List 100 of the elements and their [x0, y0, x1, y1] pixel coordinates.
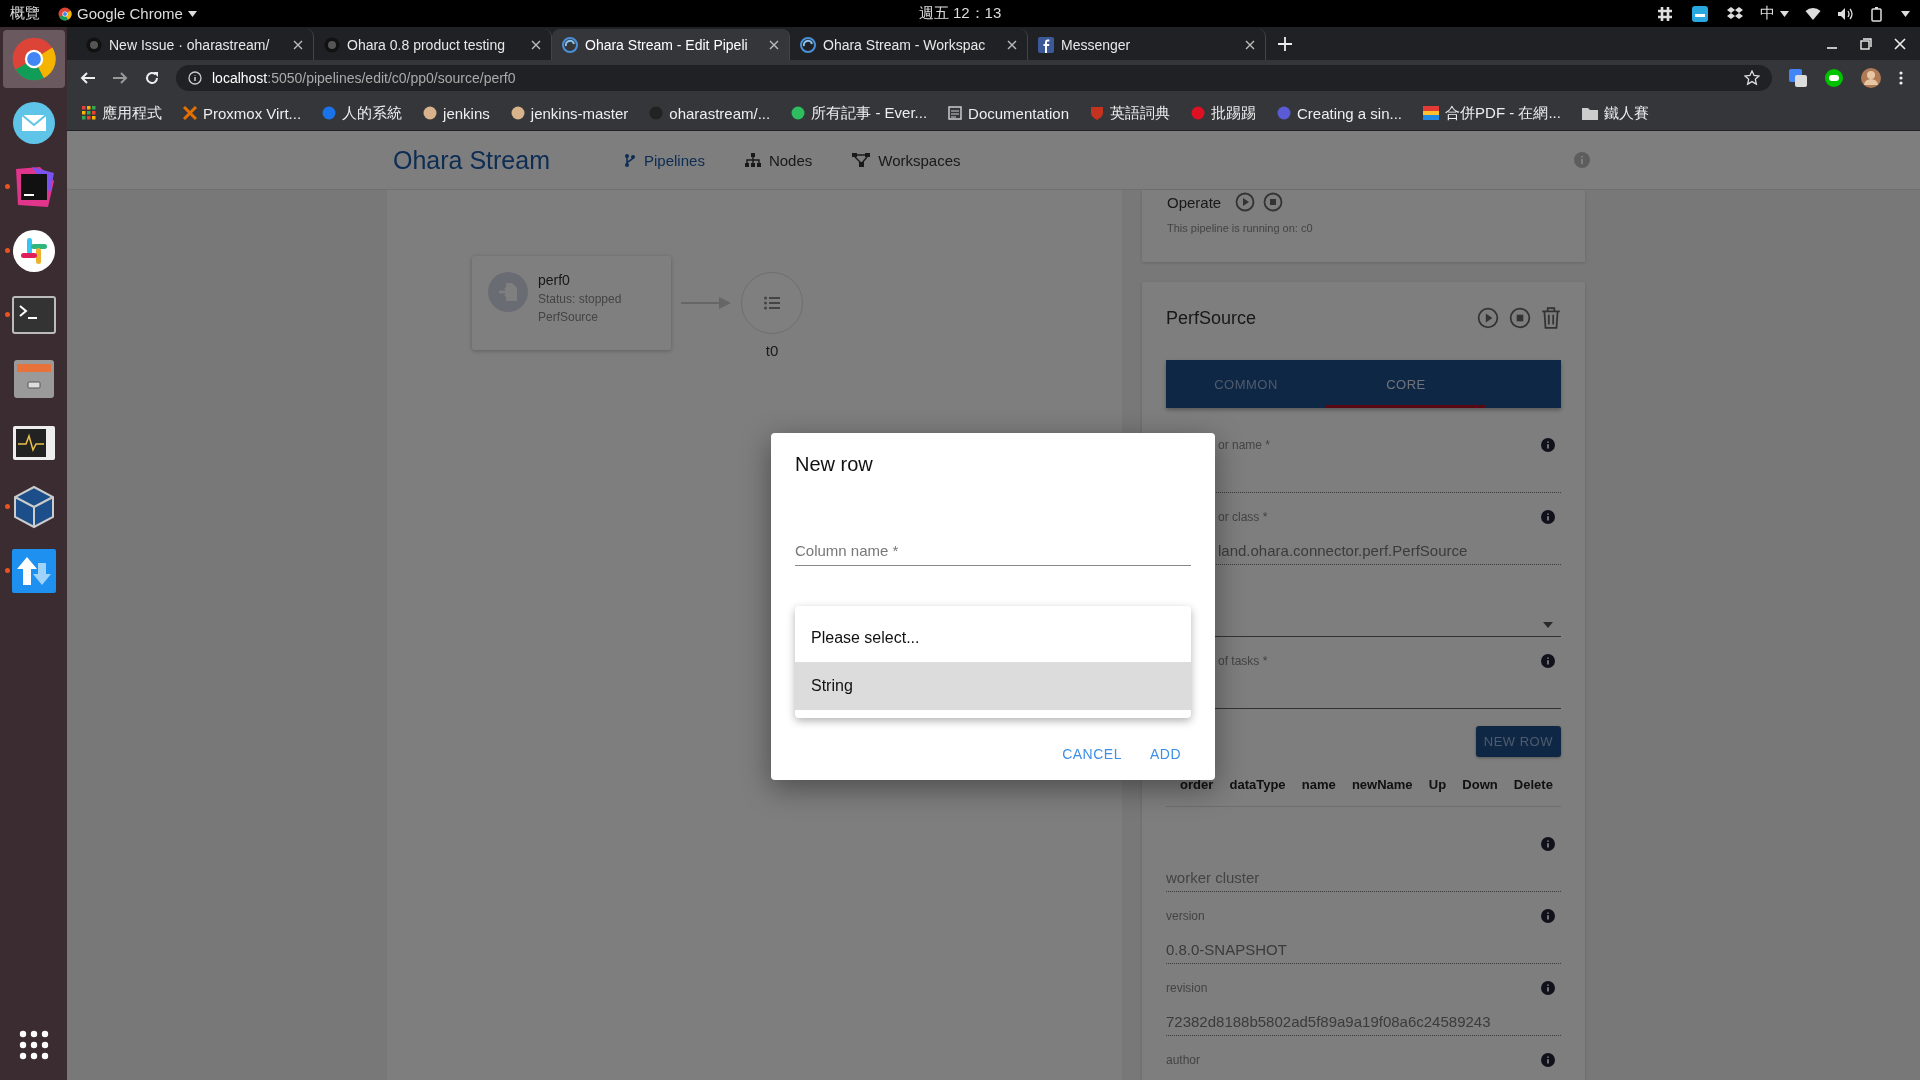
- info-icon[interactable]: [1541, 1053, 1555, 1067]
- slack-icon: [11, 229, 56, 273]
- site-icon: [510, 106, 525, 120]
- close-tab-icon[interactable]: [293, 39, 303, 50]
- hash-icon[interactable]: [1656, 4, 1674, 23]
- close-tab-icon[interactable]: [769, 39, 779, 50]
- field-value: 72382d8188b5802ad5f89a9a19f08a6c24589243: [1166, 1013, 1492, 1031]
- bookmark[interactable]: 英語詞典: [1090, 103, 1170, 123]
- info-icon[interactable]: [1541, 837, 1555, 851]
- restore-icon[interactable]: [1860, 38, 1872, 50]
- chat-bubble-icon[interactable]: [1824, 68, 1844, 88]
- bookmark[interactable]: jenkins: [423, 104, 490, 122]
- play-icon[interactable]: [1477, 307, 1499, 329]
- dock-item[interactable]: [2, 30, 65, 88]
- connector-type: PerfSource: [538, 310, 600, 324]
- connector-name: perf0: [538, 272, 571, 288]
- bookmark[interactable]: Creating a sin...: [1277, 104, 1403, 122]
- bookmark[interactable]: 合併PDF - 在網...: [1423, 103, 1561, 123]
- wifi-icon[interactable]: [1805, 6, 1821, 21]
- branch-icon: [624, 152, 636, 168]
- cross-icon: [183, 106, 197, 120]
- info-icon[interactable]: [188, 71, 202, 85]
- shield-icon: [1090, 106, 1104, 120]
- chrome-icon: [58, 6, 72, 21]
- translate-icon[interactable]: [1788, 68, 1808, 88]
- back-icon[interactable]: [80, 70, 96, 86]
- up-down-arrows-icon: [11, 549, 56, 593]
- folder-icon: [1581, 106, 1598, 120]
- new-tab-icon[interactable]: [1278, 37, 1292, 51]
- site-icon: [791, 106, 806, 120]
- bookmark[interactable]: Documentation: [948, 104, 1069, 122]
- bookmark[interactable]: Proxmox Virt...: [183, 104, 302, 122]
- avatar-icon[interactable]: [1860, 67, 1882, 89]
- trash-icon[interactable]: [1541, 307, 1561, 329]
- column-header: newName: [1351, 777, 1413, 792]
- swirl-icon: [562, 36, 578, 53]
- grid-icon: [82, 106, 96, 120]
- striped-square-icon: [1423, 106, 1440, 120]
- field-label: version: [1166, 909, 1205, 923]
- bookmark[interactable]: 所有記事 - Ever...: [791, 103, 928, 123]
- close-tab-icon[interactable]: [531, 39, 541, 50]
- operate-title: Operate: [1167, 193, 1222, 211]
- chrome-icon: [10, 36, 57, 82]
- info-icon[interactable]: [1541, 510, 1555, 524]
- document-icon: [948, 106, 963, 120]
- column-header: name: [1301, 777, 1336, 792]
- url-text: localhost:5050/pipelines/edit/c0/pp0/source/perf0: [212, 70, 516, 86]
- close-tab-icon[interactable]: [1007, 39, 1017, 50]
- bookmark[interactable]: 鐵人賽: [1581, 103, 1649, 123]
- info-icon[interactable]: [1541, 654, 1555, 668]
- close-tab-icon[interactable]: [1245, 39, 1255, 50]
- swirl-icon: [800, 36, 816, 53]
- connector-status: Status: stopped: [538, 292, 622, 306]
- topic-name: t0: [765, 342, 779, 359]
- sitemap-icon: [744, 153, 761, 167]
- info-icon[interactable]: [1541, 981, 1555, 995]
- system-monitor-icon: [11, 425, 56, 461]
- site-icon: [1277, 106, 1291, 120]
- menu-option[interactable]: String: [795, 662, 1191, 710]
- info-icon[interactable]: [1541, 438, 1555, 452]
- bookmark[interactable]: jenkins-master: [510, 104, 629, 122]
- caret-icon[interactable]: [1901, 10, 1910, 17]
- dropbox-icon[interactable]: [1726, 5, 1744, 22]
- browser-tab[interactable]: Ohara Stream - Edit Pipeli: [552, 29, 790, 60]
- dialog-title: New row: [795, 453, 874, 476]
- file-cabinet-icon: [12, 358, 55, 400]
- bookmark[interactable]: 人的系統: [322, 103, 403, 123]
- menu-icon[interactable]: [1898, 70, 1904, 86]
- dropdown-caret-icon: [1543, 622, 1553, 628]
- stop-icon[interactable]: [1509, 307, 1531, 329]
- show-apps-icon[interactable]: [18, 1030, 49, 1060]
- clock[interactable]: 週五 12：13: [918, 4, 1002, 23]
- reload-icon[interactable]: [144, 70, 160, 86]
- volume-icon[interactable]: [1837, 6, 1853, 21]
- bookmark[interactable]: 應用程式: [82, 103, 162, 123]
- nav-link[interactable]: Workspaces: [852, 151, 961, 169]
- tray-app-icon[interactable]: [1690, 4, 1710, 23]
- caret-icon: [1780, 10, 1789, 17]
- network-icon: [852, 153, 871, 167]
- bookmark[interactable]: oharastream/...: [649, 104, 771, 122]
- connector-node[interactable]: perf0 Status: stopped PerfSource: [472, 256, 671, 350]
- stop-icon[interactable]: [1263, 192, 1284, 212]
- terminal-icon: [11, 296, 56, 334]
- app-menu[interactable]: Google Chrome: [58, 5, 197, 22]
- activities-button[interactable]: 概覽: [10, 4, 40, 23]
- forward-icon[interactable]: [112, 70, 128, 86]
- bookmark[interactable]: 批踢踢: [1191, 103, 1256, 123]
- caret-icon: [187, 10, 197, 17]
- star-icon[interactable]: [1744, 70, 1760, 86]
- field-placeholder: worker cluster: [1166, 869, 1261, 887]
- info-icon[interactable]: [1541, 909, 1555, 923]
- play-icon[interactable]: [1235, 192, 1256, 212]
- battery-icon[interactable]: [1869, 5, 1885, 22]
- octocat-icon: [86, 36, 102, 53]
- input-method-menu[interactable]: 中: [1760, 4, 1789, 23]
- address-field[interactable]: localhost:5050/pipelines/edit/c0/pp0/source/perf0: [176, 65, 1772, 91]
- nav-link[interactable]: Nodes: [744, 151, 813, 169]
- field-label: revision: [1166, 981, 1208, 995]
- list-icon: [764, 296, 780, 310]
- close-icon[interactable]: [1894, 38, 1906, 50]
